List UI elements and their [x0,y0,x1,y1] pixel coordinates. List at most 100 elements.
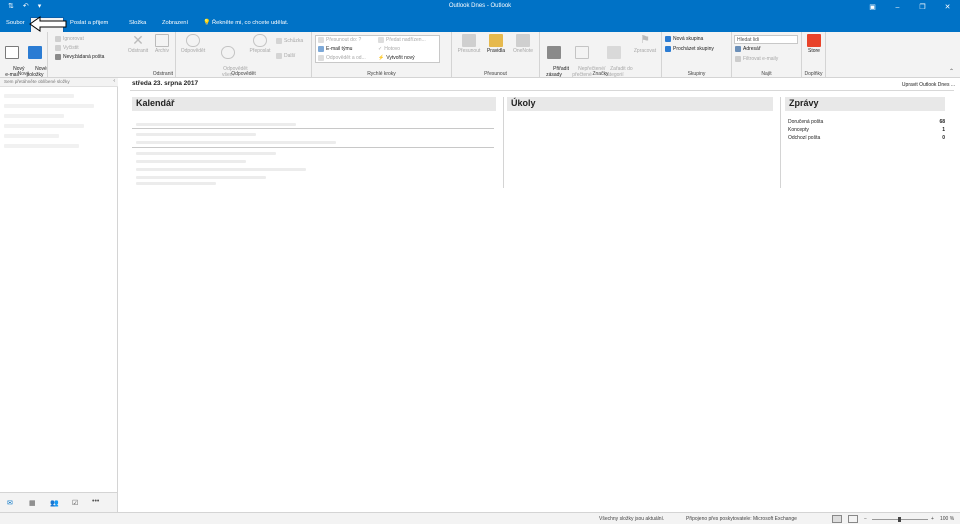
filter-email-button[interactable]: Filtrovat e-maily [735,55,778,63]
divider [780,97,781,188]
ignore-button[interactable]: Ignorovat [55,35,84,43]
onenote-button[interactable]: OneNote [509,34,537,54]
calendar-entry-blurred[interactable] [136,160,246,163]
more-icon[interactable]: ••• [92,498,99,505]
new-group-button[interactable]: Nová skupina [665,35,703,43]
qs-move-to[interactable]: Přesunout do: ? [318,36,361,44]
group-label-quick-steps: Rychlé kroky [367,71,396,77]
archive-button[interactable]: Archiv [152,34,172,54]
group-label-tags: Značky [592,71,609,77]
divider [132,147,494,148]
calendar-entry-blurred[interactable] [136,141,336,144]
tab-file[interactable]: Soubor [6,20,25,26]
mail-icon[interactable]: ✉ [7,499,13,507]
customize-link[interactable]: Upravit Outlook Dnes ... [902,82,955,88]
reply-button[interactable]: Odpovědět [178,34,208,54]
tab-home[interactable]: Domů [30,17,65,32]
forward-button[interactable]: Přeposlat [246,34,274,54]
window-controls: ▣ – ❐ ✕ [860,0,960,15]
tab-folder[interactable]: Složka [129,20,146,26]
lightning-icon: ⚡ [378,55,385,61]
minimize-icon[interactable]: – [885,0,910,15]
store-button[interactable]: Store [804,34,824,54]
messages-row-inbox[interactable]: Doručená pošta 68 [788,119,945,125]
rules-icon [489,34,503,47]
group-respond: Odpovědět Odpovědět všem Přeposlat Schůz… [176,32,312,78]
unread-icon [575,46,589,59]
store-icon [807,34,821,47]
folder-item-blurred[interactable] [4,134,59,138]
browse-groups-button[interactable]: Procházet skupiny [665,45,714,53]
maximize-icon[interactable]: ❐ [910,0,935,15]
messages-row-outbox[interactable]: Odchozí pošta 0 [788,135,945,141]
outlook-today: středa 23. srpna 2017 Upravit Outlook Dn… [118,78,960,512]
collapse-ribbon-icon[interactable]: ⌃ [949,68,954,75]
messages-header[interactable]: Zprávy [785,97,945,111]
tasks-header[interactable]: Úkoly [507,97,773,111]
zoom-in-icon[interactable]: + [931,516,934,522]
delete-button[interactable]: ✕ Odstranit [126,33,150,54]
favorites-hint: Sem přetáhněte oblíbené složky ‹ [0,78,118,87]
followup-button[interactable]: ⚑ Zpracovat [631,34,659,54]
messages-row-drafts[interactable]: Koncepty 1 [788,127,945,133]
more-respond-icon [276,53,282,59]
zoom-out-icon[interactable]: − [864,516,867,522]
group-addins: Store Doplňky [802,32,826,78]
folder-item-blurred[interactable] [4,124,84,128]
group-label-delete: Odstranit [152,71,173,77]
calendar-entry-blurred[interactable] [136,133,256,136]
move-icon [462,34,476,47]
new-group-icon [665,36,671,42]
qs-team-email[interactable]: E-mail týmu [318,45,352,53]
folder-item-blurred[interactable] [4,114,64,118]
zoom-level[interactable]: 100 % [940,516,954,522]
status-bar: Všechny složky jsou aktuální. Připojeno … [0,512,960,524]
title-bar: ⇅ ↶ ▾ Outlook Dnes - Outlook ▣ – ❐ ✕ [0,0,960,15]
tab-view[interactable]: Zobrazení [162,20,188,26]
rules-button[interactable]: Pravidla [484,34,508,54]
calendar-entry-blurred[interactable] [136,152,276,155]
qs-reply-delete[interactable]: Odpovědět a od... [318,54,366,62]
junk-icon [55,54,61,60]
reading-view-icon[interactable] [848,515,858,523]
close-icon[interactable]: ✕ [935,0,960,15]
ribbon-display-icon[interactable]: ▣ [860,0,885,15]
folder-item-blurred[interactable] [4,144,79,148]
calendar-icon[interactable]: ▦ [29,499,36,507]
tab-send-receive[interactable]: Poslat a přijem [70,20,108,26]
group-label-addins: Doplňky [804,71,823,77]
calendar-entry-blurred[interactable] [136,176,266,179]
tell-me-box[interactable]: Řekněte mi, co chcete udělat. [212,20,288,26]
calendar-entry-blurred[interactable] [136,182,216,185]
team-email-icon [318,46,324,52]
address-book-button[interactable]: Adresář [735,45,761,53]
junk-button[interactable]: Nevyžádaná pošta [55,53,104,61]
qs-create-new[interactable]: ⚡ Vytvořit nový [378,54,415,62]
group-new: Nový e-mail Nové položky Nové [0,32,48,78]
tasks-icon[interactable]: ☑ [72,499,78,507]
group-move: Přesunout Pravidla OneNote Přesunout [452,32,540,78]
move-button[interactable]: Přesunout [455,34,483,54]
envelope-icon [5,46,19,59]
group-tags: Přiřadit zásady Nepřečtené/ přečtené Zař… [540,32,662,78]
zoom-slider-thumb[interactable] [898,517,901,522]
more-respond-button[interactable]: Další [276,52,295,60]
calendar-entry-blurred[interactable] [136,168,306,171]
calendar-header[interactable]: Kalendář [132,97,496,111]
qs-done[interactable]: ✓ Hotovo [378,45,400,53]
group-groups: Nová skupina Procházet skupiny Skupiny [662,32,732,78]
normal-view-icon[interactable] [832,515,842,523]
folder-item-blurred[interactable] [4,94,74,98]
folder-item-blurred[interactable] [4,104,94,108]
cleanup-button[interactable]: Vyčistit [55,44,79,52]
people-icon[interactable]: 👥 [50,499,59,507]
collapse-pane-icon[interactable]: ‹ [113,78,115,84]
meeting-button[interactable]: Schůzka [276,37,303,45]
qs-to-manager[interactable]: Předat nadřízen... [378,36,426,44]
group-label-new: Nové [17,71,30,77]
module-switcher: ✉ ▦ 👥 ☑ ••• [0,492,118,512]
categorize-icon [607,46,621,59]
group-label-move: Přesunout [484,71,507,77]
calendar-entry-blurred[interactable] [136,123,296,126]
search-people-input[interactable]: Hledat lidi [734,35,798,44]
